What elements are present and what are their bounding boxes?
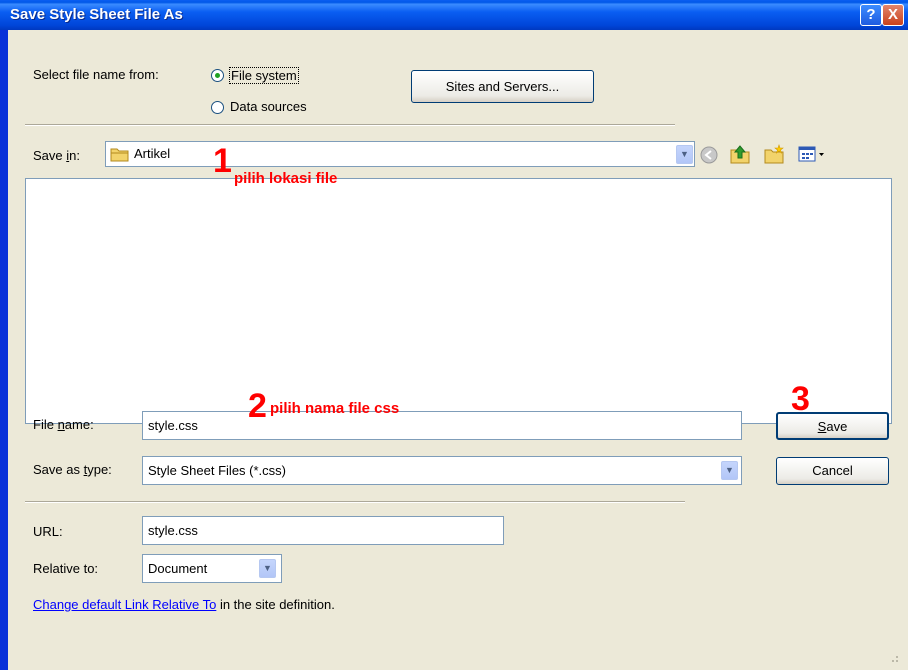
cancel-button[interactable]: Cancel <box>776 457 889 485</box>
save-in-value: Artikel <box>134 146 171 161</box>
window-title: Save Style Sheet File As <box>10 6 183 23</box>
title-bar[interactable]: Save Style Sheet File As ? X <box>0 0 908 30</box>
separator <box>25 124 675 126</box>
save-as-type-label: Save as type: <box>33 462 112 477</box>
radio-file-system-label[interactable]: File system <box>229 67 299 84</box>
change-default-link[interactable]: Change default Link Relative To <box>33 597 216 612</box>
help-button[interactable]: ? <box>860 4 882 26</box>
chevron-down-icon[interactable]: ▼ <box>676 145 693 164</box>
relative-to-label: Relative to: <box>33 561 99 576</box>
radio-file-system[interactable] <box>211 69 224 82</box>
radio-selected-dot <box>215 73 220 78</box>
save-as-type-dropdown[interactable]: Style Sheet Files (*.css) ▼ <box>142 456 742 485</box>
change-link-row: Change default Link Relative To in the s… <box>33 597 335 612</box>
close-button[interactable]: X <box>882 4 904 26</box>
separator <box>25 501 685 503</box>
radio-data-sources[interactable] <box>211 101 224 114</box>
view-menu-icon[interactable] <box>798 145 826 166</box>
relative-to-dropdown[interactable]: Document ▼ <box>142 554 282 583</box>
chevron-down-icon[interactable]: ▼ <box>259 559 276 578</box>
change-link-rest: in the site definition. <box>216 597 335 612</box>
back-icon[interactable] <box>700 146 718 167</box>
up-folder-icon[interactable] <box>729 144 751 167</box>
url-input[interactable]: style.css <box>142 516 504 545</box>
annotation-text-1: pilih lokasi file <box>234 170 338 187</box>
annotation-number-3: 3 <box>791 380 810 418</box>
relative-to-value: Document <box>148 561 208 576</box>
sites-and-servers-button[interactable]: Sites and Servers... <box>411 70 594 103</box>
annotation-number-1: 1 <box>213 142 232 180</box>
save-as-type-value: Style Sheet Files (*.css) <box>148 463 286 478</box>
folder-icon <box>110 146 130 165</box>
new-folder-icon[interactable] <box>763 144 785 167</box>
file-list[interactable] <box>25 178 892 424</box>
save-in-dropdown[interactable]: Artikel ▼ <box>105 141 695 167</box>
select-source-label: Select file name from: <box>33 67 159 82</box>
close-icon: X <box>887 6 898 23</box>
help-icon: ? <box>866 6 876 23</box>
radio-data-sources-label[interactable]: Data sources <box>230 99 307 114</box>
chevron-down-icon[interactable]: ▼ <box>721 461 738 480</box>
annotation-number-2: 2 <box>248 387 267 425</box>
file-name-label: File name: <box>33 417 94 432</box>
annotation-text-2: pilih nama file css <box>270 400 400 417</box>
save-in-label: Save in: <box>33 148 80 163</box>
dialog-window: Save Style Sheet File As ? X Select file… <box>0 0 908 670</box>
dialog-body: Select file name from: File system Data … <box>8 30 908 670</box>
resize-grip-icon[interactable] <box>886 650 900 667</box>
file-name-input[interactable]: style.css <box>142 411 742 440</box>
url-label: URL: <box>33 524 63 539</box>
